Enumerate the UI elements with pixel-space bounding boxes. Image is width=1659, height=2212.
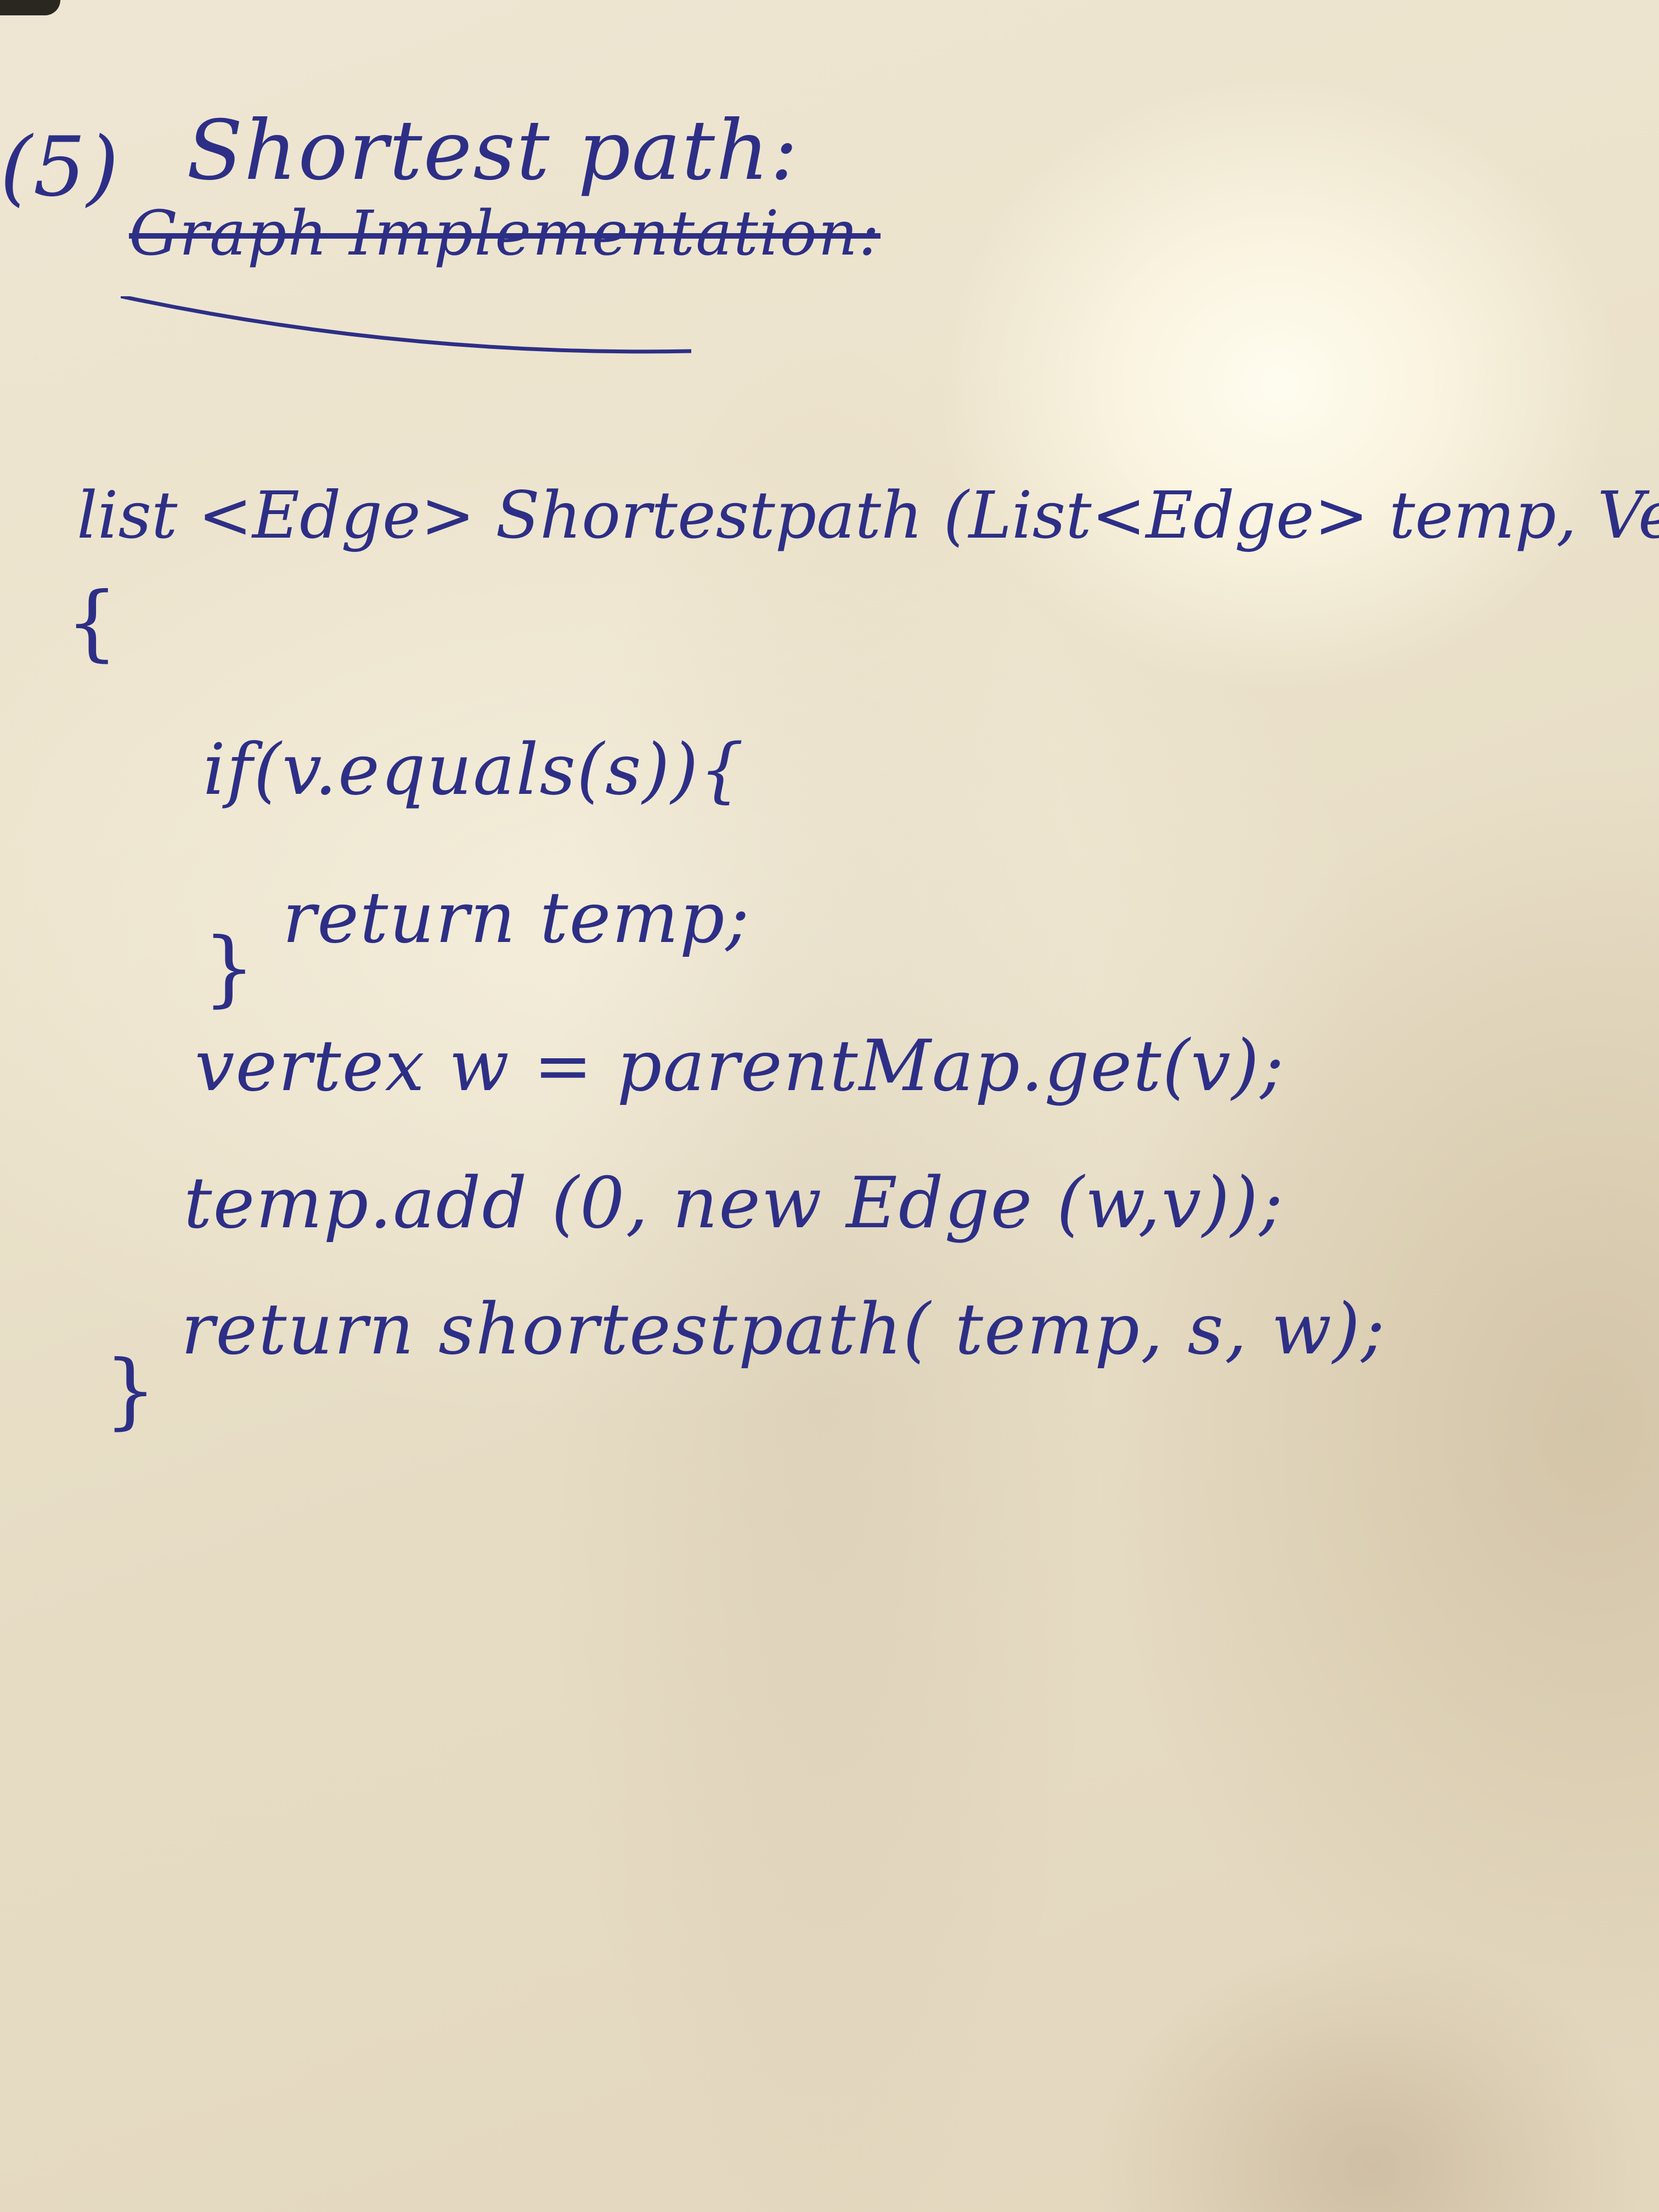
notebook-page: (5) Shortest path: Graph Implementation:… (0, 0, 1659, 2212)
title-underline (121, 296, 691, 354)
if-statement: if(v.equals(s)){ (203, 729, 746, 811)
struck-subtitle: Graph Implementation: (129, 198, 881, 269)
method-close-brace: } (104, 1343, 158, 1438)
section-number: (5) (0, 120, 120, 215)
return-recursive-statement: return shortestpath( temp, s, w); (181, 1289, 1386, 1370)
method-signature: list <Edge> Shortestpath (List<Edge> tem… (77, 477, 1659, 553)
page-title: Shortest path: (187, 103, 799, 199)
if-close-brace: } (203, 921, 257, 1016)
method-open-brace: { (66, 575, 120, 670)
temp-add-statement: temp.add (0, new Edge (w,v)); (184, 1163, 1284, 1244)
vertex-assignment: vertex w = parentMap.get(v); (195, 1025, 1285, 1107)
handwritten-notes: (5) Shortest path: Graph Implementation:… (0, 0, 1659, 2212)
return-temp-statement: return temp; (283, 877, 751, 959)
